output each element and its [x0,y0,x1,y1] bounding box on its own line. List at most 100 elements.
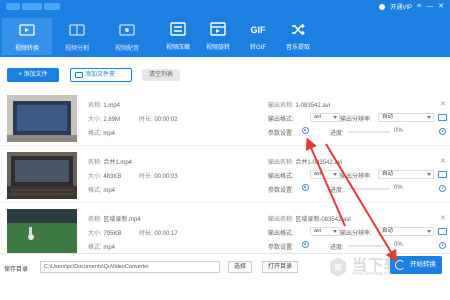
tool-label: 视频旋转 [205,45,230,51]
video-dub-icon [119,24,135,36]
close-icon[interactable]: ✕ [440,215,446,222]
gear-icon[interactable] [302,184,309,191]
output-format-select[interactable]: avi [310,113,340,122]
tool-gif[interactable]: GIF 转GIF [238,18,278,55]
tab-video-dub[interactable]: 视频配音 [102,18,152,55]
video-rotate-icon [210,22,226,36]
chevron-down-icon [427,173,431,176]
add-folder-button[interactable]: 添加文件夹 [70,68,132,82]
close-icon[interactable]: ✕ [440,158,446,165]
folder-icon [75,72,83,78]
params-label: 参数设置: [268,245,294,251]
app-logo [6,3,64,12]
chevron-down-icon [427,230,431,233]
chevron-down-icon [333,116,337,119]
play-icon[interactable] [439,185,446,192]
start-convert-label: 开始转换 [410,261,436,268]
tool-video-rotate[interactable]: 视频旋转 [198,18,238,55]
progress-value: 0% [394,185,403,191]
progress-bar [348,131,390,133]
tab-video-convert[interactable]: 视频转换 [2,18,52,55]
video-convert-icon [19,24,35,36]
vip-user-icon[interactable] [379,3,386,10]
file-duration: 时长: 00:00:03 [139,174,178,180]
gear-icon[interactable] [302,241,309,248]
chevron-down-icon [427,116,431,119]
clear-list-button[interactable]: 清空列表 [142,69,180,81]
tool-label: 音乐提取 [285,45,310,51]
file-duration: 时长: 00:00:17 [139,231,178,237]
file-size: 大小: 483KB [88,174,122,180]
gear-icon[interactable] [302,127,309,134]
resolution-select[interactable]: 自动 [378,113,434,122]
start-convert-button[interactable]: 开始转换 [390,256,442,274]
output-name: 输出名称: 区域录制-083542.avi [268,217,351,223]
browse-button[interactable]: 选择 [228,261,252,273]
gif-icon: GIF [251,25,267,35]
tool-bar: 视频压缩 视频旋转 GIF 转GIF 音乐提取 [158,18,318,55]
video-thumbnail [7,209,77,256]
file-name: 名称: 区域录制.mp4 [88,217,141,223]
params-label: 参数设置: [268,131,294,137]
file-row[interactable]: 名称: 1.mp4 大小: 2.69M 时长: 00:00:02 格式: mp4… [0,89,450,146]
vip-link[interactable]: 开通VIP [390,2,412,11]
progress-label: 进度: [330,131,344,137]
tool-label: 转GIF [250,45,266,51]
file-format: 格式: mp4 [88,188,116,194]
folder-icon[interactable] [438,171,447,178]
file-name: 名称: 1.mp4 [88,103,121,109]
progress-value: 0% [394,128,403,134]
tab-video-split[interactable]: 视频分割 [52,18,102,55]
file-duration: 时长: 00:00:02 [139,117,178,123]
refresh-icon [395,260,405,270]
app-header: 开通VIP ≡ — ✕ 视频转换 视频分割 视频配音 视频压缩 视频旋转 GIF… [0,0,450,57]
progress-bar [348,245,390,247]
file-size: 大小: 795KB [88,231,122,237]
bottom-bar: 保存目录 C:\Users\pc\Documents\QuVideoConver… [0,253,450,300]
resolution-select[interactable]: 自动 [378,170,434,179]
chevron-down-icon [333,230,337,233]
add-file-button[interactable]: + 添加文件 [7,68,59,82]
play-icon[interactable] [439,242,446,249]
video-compress-icon [170,22,186,36]
file-format: 格式: mp4 [88,131,116,137]
svg-text:GIF: GIF [251,25,267,35]
close-button[interactable]: ✕ [438,3,444,11]
folder-icon[interactable] [438,228,447,235]
output-format-select[interactable]: avi [310,227,340,236]
tool-music-extract[interactable]: 音乐提取 [278,18,318,55]
tab-label: 视频配音 [114,46,139,52]
file-size: 大小: 2.69M [88,117,121,123]
video-thumbnail [7,152,77,199]
tab-label: 视频分割 [64,46,89,52]
output-format-label: 输出格式: [268,231,294,237]
params-label: 参数设置: [268,188,294,194]
save-path-field[interactable]: C:\Users\pc\Documents\QuVideoConverter [40,261,220,273]
output-resolution-label: 输出分辨率: [340,174,372,180]
close-icon[interactable]: ✕ [440,101,446,108]
file-name: 名称: 合并1.mp4 [88,160,133,166]
watermark-url: www.downxia.com [352,271,394,277]
file-format: 格式: mp4 [88,245,116,251]
menu-icon[interactable]: ≡ [417,3,421,11]
folder-icon[interactable] [438,114,447,121]
save-dir-label: 保存目录 [4,267,29,273]
minimize-button[interactable]: — [426,3,433,11]
open-dir-button[interactable]: 打开目录 [262,261,298,273]
nav-tabs: 视频转换 视频分割 视频配音 [2,18,152,55]
output-format-select[interactable]: avi [310,170,340,179]
video-thumbnail [7,95,77,142]
tool-video-compress[interactable]: 视频压缩 [158,18,198,55]
output-format-label: 输出格式: [268,174,294,180]
video-split-icon [69,24,85,36]
output-resolution-label: 输出分辨率: [340,117,372,123]
window-controls: 开通VIP ≡ — ✕ [379,2,444,11]
resolution-select[interactable]: 自动 [378,227,434,236]
file-row[interactable]: 名称: 区域录制.mp4 大小: 795KB 时长: 00:00:17 格式: … [0,203,450,260]
chevron-down-icon [333,173,337,176]
play-icon[interactable] [439,128,446,135]
progress-label: 进度: [330,188,344,194]
tab-label: 视频转换 [14,46,39,52]
file-row[interactable]: 名称: 合并1.mp4 大小: 483KB 时长: 00:00:03 格式: m… [0,146,450,203]
progress-value: 0% [394,242,403,248]
